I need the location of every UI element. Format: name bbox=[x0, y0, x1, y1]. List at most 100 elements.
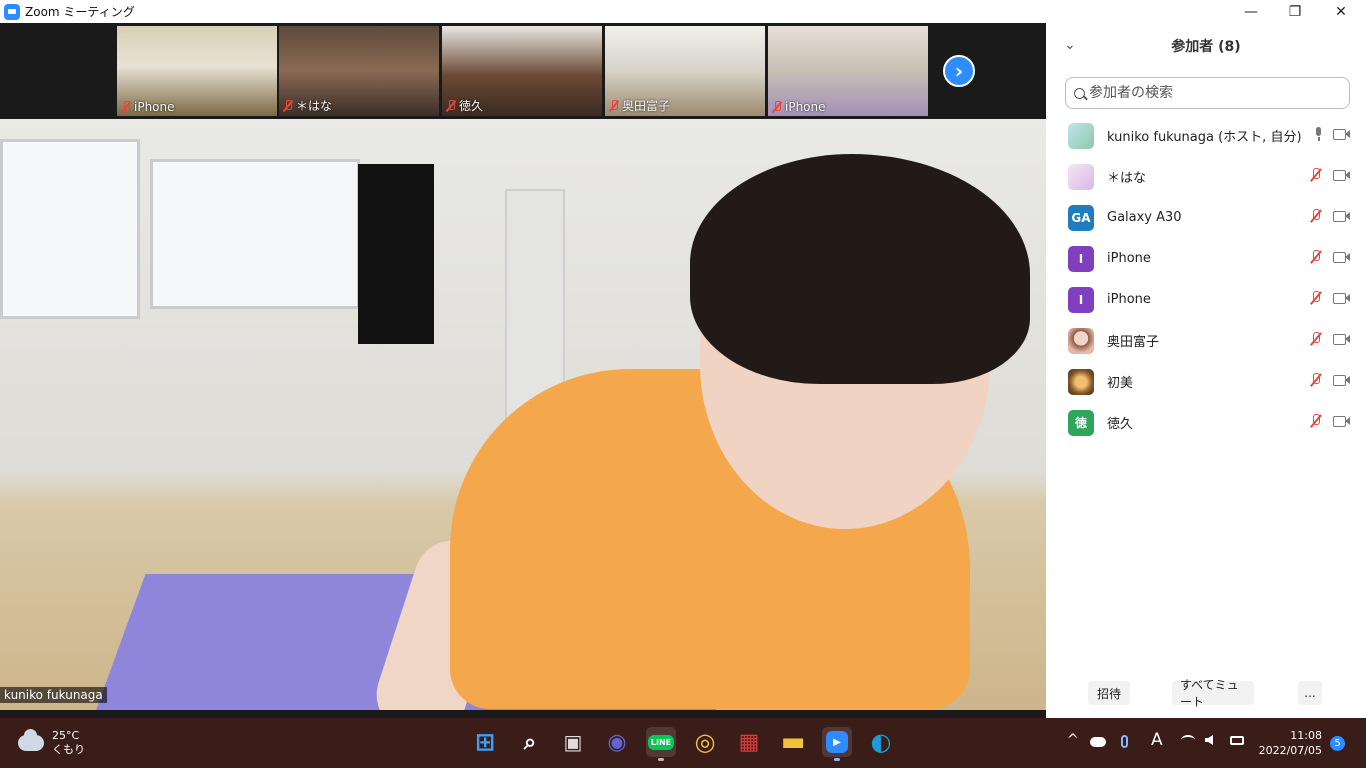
participant-row[interactable]: I iPhone bbox=[1046, 279, 1366, 320]
panel-header: ⌄ 参加者 (8) bbox=[1046, 31, 1366, 61]
video-area: iPhone ＊はな 徳久 奥田富子 iPhone › kuniko fukun… bbox=[0, 23, 1046, 718]
start-icon[interactable]: ⊞ bbox=[470, 727, 500, 757]
teams-chat-icon[interactable]: ◉ bbox=[602, 727, 632, 757]
avatar bbox=[1068, 122, 1094, 149]
muted-mic-icon[interactable] bbox=[1309, 414, 1323, 428]
camera-icon[interactable] bbox=[1333, 210, 1350, 222]
minimize-button[interactable]: — bbox=[1228, 0, 1274, 23]
search-icon[interactable]: ⌕ bbox=[515, 727, 545, 757]
camera-icon[interactable] bbox=[1333, 169, 1350, 181]
thumbnail-label: ＊はな bbox=[283, 97, 332, 114]
muted-mic-icon bbox=[283, 99, 293, 112]
weather-temp: 25°C bbox=[52, 729, 80, 742]
restore-button[interactable]: ❐ bbox=[1272, 0, 1318, 23]
muted-mic-icon[interactable] bbox=[1309, 250, 1323, 264]
running-indicator bbox=[658, 758, 664, 761]
participant-name: iPhone bbox=[1107, 251, 1151, 266]
avatar bbox=[1068, 163, 1094, 190]
weather-condition: くもり bbox=[52, 743, 85, 756]
task-view-icon[interactable]: ▣ bbox=[558, 727, 588, 757]
avatar: GA bbox=[1068, 204, 1094, 231]
participant-name: 初美 bbox=[1107, 376, 1134, 391]
search-input[interactable] bbox=[1089, 85, 1329, 101]
zoom-logo: ▶ bbox=[826, 731, 848, 753]
thumbnail-label: iPhone bbox=[121, 100, 175, 114]
camera-icon[interactable] bbox=[1333, 333, 1350, 345]
file-explorer-icon[interactable]: ▬ bbox=[778, 727, 808, 757]
participant-name: ＊はな bbox=[1107, 171, 1147, 186]
participant-row[interactable]: 徳 徳久 bbox=[1046, 402, 1366, 443]
participant-row[interactable]: ＊はな bbox=[1046, 156, 1366, 197]
participant-row[interactable]: 初美 bbox=[1046, 361, 1366, 402]
avatar bbox=[1068, 327, 1094, 354]
participant-controls bbox=[1309, 373, 1350, 387]
muted-mic-icon[interactable] bbox=[1309, 209, 1323, 223]
line-logo: LINE bbox=[647, 734, 675, 750]
zoom-taskbar-icon[interactable]: ▶ bbox=[822, 727, 852, 761]
participant-row[interactable]: I iPhone bbox=[1046, 238, 1366, 279]
mic-icon[interactable] bbox=[1314, 127, 1323, 141]
thumbnail-video[interactable]: 徳久 bbox=[442, 26, 602, 116]
camera-icon[interactable] bbox=[1333, 251, 1350, 263]
camera-icon[interactable] bbox=[1333, 292, 1350, 304]
mute-all-button[interactable]: すべてミュート bbox=[1172, 678, 1254, 709]
volume-icon[interactable] bbox=[1205, 735, 1213, 745]
edge-icon[interactable]: ◐ bbox=[866, 727, 896, 757]
participant-search[interactable] bbox=[1065, 77, 1350, 109]
weather-text: 25°C くもり bbox=[52, 729, 85, 757]
participant-controls bbox=[1314, 127, 1350, 141]
avatar: 徳 bbox=[1068, 409, 1094, 436]
clock-date: 2022/07/05 bbox=[1258, 744, 1322, 757]
participant-row[interactable]: kuniko fukunaga (ホスト, 自分) bbox=[1046, 115, 1366, 156]
clock-time: 11:08 bbox=[1290, 729, 1322, 742]
muted-mic-icon[interactable] bbox=[1309, 168, 1323, 182]
participant-controls bbox=[1309, 332, 1350, 346]
thumbnail-label: 奥田富子 bbox=[609, 97, 670, 114]
windows-taskbar: 25°C くもり ⊞ ⌕ ▣ ◉ LINE ◎ ▦ ▬ ▶ ◐ ^ A 11:0… bbox=[0, 718, 1366, 768]
muted-mic-icon[interactable] bbox=[1309, 291, 1323, 305]
speaker-name-tag: kuniko fukunaga bbox=[0, 687, 107, 703]
participant-controls bbox=[1309, 250, 1350, 264]
thumbnail-video[interactable]: ＊はな bbox=[279, 26, 439, 116]
thumbnail-video[interactable]: iPhone bbox=[117, 26, 277, 116]
system-clock[interactable]: 11:08 2022/07/05 bbox=[1258, 728, 1322, 758]
thumbnail-video[interactable]: iPhone bbox=[768, 26, 928, 116]
room-curtain bbox=[358, 164, 434, 344]
cloud-icon bbox=[18, 729, 44, 751]
line-app-icon[interactable]: LINE bbox=[646, 727, 676, 761]
ime-indicator[interactable]: A bbox=[1151, 730, 1163, 750]
room-window bbox=[0, 139, 140, 319]
invite-button[interactable]: 招待 bbox=[1088, 681, 1130, 705]
participant-name: kuniko fukunaga (ホスト, 自分) bbox=[1107, 130, 1302, 145]
thumbnail-strip: iPhone ＊はな 徳久 奥田富子 iPhone › bbox=[0, 23, 1046, 119]
muted-mic-icon[interactable] bbox=[1309, 332, 1323, 346]
participant-controls bbox=[1309, 291, 1350, 305]
participant-row[interactable]: GA Galaxy A30 bbox=[1046, 197, 1366, 238]
more-options-button[interactable]: ... bbox=[1298, 681, 1322, 705]
notification-badge[interactable]: 5 bbox=[1330, 736, 1345, 751]
participant-list: kuniko fukunaga (ホスト, 自分) ＊はな GA Galaxy … bbox=[1046, 115, 1366, 443]
tray-chevron-icon[interactable]: ^ bbox=[1067, 732, 1079, 748]
muted-mic-icon[interactable] bbox=[1309, 373, 1323, 387]
camera-icon[interactable] bbox=[1333, 128, 1350, 140]
gift-icon[interactable]: ▦ bbox=[734, 727, 764, 757]
main-speaker-video bbox=[0, 119, 1046, 710]
chrome-icon[interactable]: ◎ bbox=[690, 727, 720, 757]
microphone-icon[interactable] bbox=[1121, 735, 1128, 748]
collapse-chevron-icon[interactable]: ⌄ bbox=[1064, 37, 1076, 53]
weather-widget[interactable]: 25°C くもり bbox=[18, 729, 85, 757]
thumbnail-video[interactable]: 奥田富子 bbox=[605, 26, 765, 116]
zoom-app-icon bbox=[4, 3, 20, 20]
next-page-button[interactable]: › bbox=[943, 55, 975, 87]
battery-icon[interactable] bbox=[1230, 736, 1244, 745]
wifi-icon[interactable] bbox=[1181, 735, 1195, 745]
close-button[interactable]: ✕ bbox=[1318, 0, 1364, 23]
participant-controls bbox=[1309, 168, 1350, 182]
camera-icon[interactable] bbox=[1333, 374, 1350, 386]
camera-icon[interactable] bbox=[1333, 415, 1350, 427]
participant-row[interactable]: 奥田富子 bbox=[1046, 320, 1366, 361]
participants-panel: ⌄ 参加者 (8) kuniko fukunaga (ホスト, 自分) ＊はな … bbox=[1046, 23, 1366, 718]
participant-controls bbox=[1309, 209, 1350, 223]
onedrive-icon[interactable] bbox=[1090, 737, 1106, 747]
avatar bbox=[1068, 368, 1094, 395]
